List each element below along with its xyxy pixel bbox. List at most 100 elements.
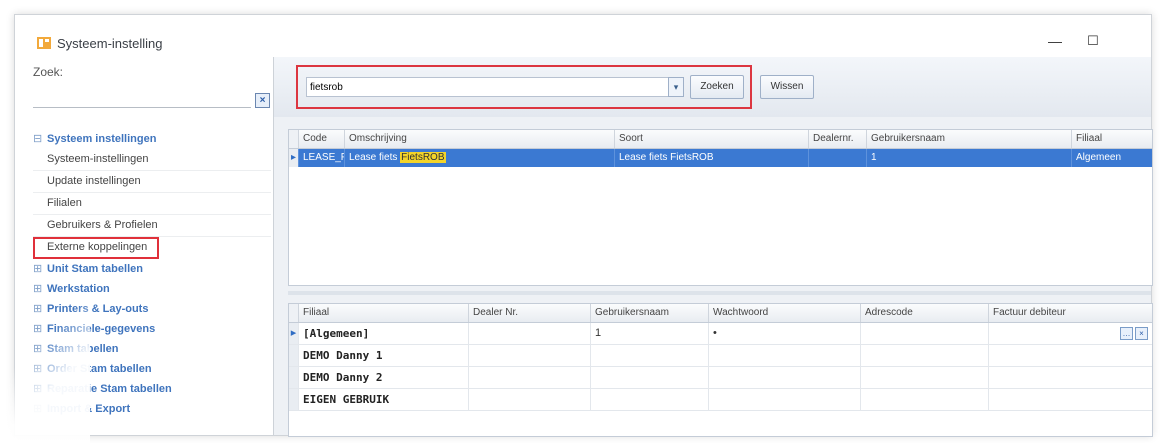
tree-group-financiele-gegevens[interactable]: ⊞ Financiele-gegevens <box>33 319 271 339</box>
row-indicator <box>289 345 299 366</box>
expand-icon[interactable]: ⊞ <box>33 319 43 339</box>
tree-item-update-instellingen[interactable]: Update instellingen <box>33 171 271 193</box>
column-header-wachtwoord[interactable]: Wachtwoord <box>709 304 861 322</box>
clear-button[interactable]: Wissen <box>760 75 814 99</box>
expand-icon[interactable]: ⊞ <box>33 259 43 279</box>
cell-wachtwoord[interactable] <box>709 345 861 366</box>
cell-adrescode[interactable] <box>861 323 989 344</box>
app-icon <box>37 37 51 49</box>
table-row[interactable]: ▸ [Algemeen] 1 • … × <box>289 323 1152 345</box>
table-row[interactable]: EIGEN GEBRUIK <box>289 389 1152 411</box>
expand-icon[interactable]: ⊞ <box>33 299 43 319</box>
branch-credentials-grid: Filiaal Dealer Nr. Gebruikersnaam Wachtw… <box>288 303 1153 437</box>
tree-group-systeem-instellingen[interactable]: ⊟ Systeem instellingen <box>33 129 271 149</box>
column-header-filiaal[interactable]: Filiaal <box>1072 130 1150 148</box>
cell-filiaal[interactable]: EIGEN GEBRUIK <box>299 389 469 410</box>
omschrijving-prefix: Lease fiets <box>349 152 401 163</box>
tree-group-reparatie-stam-tabellen[interactable]: ⊞ Reparatie Stam tabellen <box>33 379 271 399</box>
cell-filiaal[interactable]: DEMO Danny 1 <box>299 345 469 366</box>
search-input[interactable] <box>33 93 251 108</box>
tree-group-printers-layouts[interactable]: ⊞ Printers & Lay-outs <box>33 299 271 319</box>
ellipsis-button[interactable]: … <box>1120 326 1133 340</box>
cell-factuur-debiteur[interactable]: … × <box>989 323 1150 344</box>
tree-group-werkstation[interactable]: ⊞ Werkstation <box>33 279 271 299</box>
expand-icon[interactable]: ⊞ <box>33 279 43 299</box>
cell-dealer-nr[interactable] <box>469 323 591 344</box>
cell-soort[interactable]: Lease fiets FietsROB <box>615 149 809 167</box>
column-header-gebruikersnaam[interactable]: Gebruikersnaam <box>591 304 709 322</box>
cell-gebruikersnaam[interactable]: 1 <box>867 149 1072 167</box>
tree-group-label: Reparatie Stam tabellen <box>47 383 172 395</box>
results-grid-header: Code Omschrijving Soort Dealernr. Gebrui… <box>289 130 1152 149</box>
cell-dealernr[interactable] <box>809 149 867 167</box>
table-row[interactable]: DEMO Danny 1 <box>289 345 1152 367</box>
column-header-soort[interactable]: Soort <box>615 130 809 148</box>
results-grid: Code Omschrijving Soort Dealernr. Gebrui… <box>288 129 1153 286</box>
cell-filiaal[interactable]: Algemeen <box>1072 149 1150 167</box>
column-header-omschrijving[interactable]: Omschrijving <box>345 130 615 148</box>
delete-row-button[interactable]: × <box>1135 326 1148 340</box>
tree-group-order-stam-tabellen[interactable]: ⊞ Order Stam tabellen <box>33 359 271 379</box>
right-panel: ▾ Zoeken Wissen Code Omschrijving Soort … <box>274 57 1153 437</box>
tree-group-label: Systeem instellingen <box>47 133 157 145</box>
collapse-icon[interactable]: ⊟ <box>33 129 43 149</box>
column-header-factuur-debiteur[interactable]: Factuur debiteur <box>989 304 1150 322</box>
cell-adrescode[interactable] <box>861 389 989 410</box>
tree-group-import-export[interactable]: ⊞ Import & Export <box>33 399 271 419</box>
search-match-highlight: FietsROB <box>400 152 446 163</box>
cell-gebruikersnaam[interactable]: 1 <box>591 323 709 344</box>
tree-item-filialen[interactable]: Filialen <box>33 193 271 215</box>
column-header-dealer-nr[interactable]: Dealer Nr. <box>469 304 591 322</box>
search-button[interactable]: Zoeken <box>690 75 744 99</box>
tree-group-stam-tabellen[interactable]: ⊞ Stam tabellen <box>33 339 271 359</box>
cell-dealer-nr[interactable] <box>469 367 591 388</box>
expand-icon[interactable]: ⊞ <box>33 339 43 359</box>
clear-search-button[interactable]: × <box>255 93 270 108</box>
settings-tree: ⊟ Systeem instellingen Systeem-instelling… <box>33 129 271 419</box>
cell-dealer-nr[interactable] <box>469 345 591 366</box>
filter-input[interactable] <box>306 77 676 97</box>
table-row[interactable]: DEMO Danny 2 <box>289 367 1152 389</box>
column-header-gebruikersnaam[interactable]: Gebruikersnaam <box>867 130 1072 148</box>
tree-item-gebruikers-profielen[interactable]: Gebruikers & Profielen <box>33 215 271 237</box>
cell-factuur-debiteur[interactable] <box>989 345 1150 366</box>
row-indicator-header <box>289 304 299 322</box>
cell-filiaal[interactable]: [Algemeen] <box>299 323 469 344</box>
table-row[interactable]: ▸ LEASE_FIE... Lease fiets FietsROB Leas… <box>289 149 1152 167</box>
expand-icon[interactable]: ⊞ <box>33 359 43 379</box>
row-pointer-icon: ▸ <box>289 323 299 344</box>
maximize-button[interactable]: ☐ <box>1081 33 1105 51</box>
cell-gebruikersnaam[interactable] <box>591 389 709 410</box>
column-header-code[interactable]: Code <box>299 130 345 148</box>
cell-dealer-nr[interactable] <box>469 389 591 410</box>
column-header-dealernr[interactable]: Dealernr. <box>809 130 867 148</box>
cell-wachtwoord[interactable] <box>709 389 861 410</box>
cell-factuur-debiteur[interactable] <box>989 367 1150 388</box>
expand-icon[interactable]: ⊞ <box>33 379 43 399</box>
cell-gebruikersnaam[interactable] <box>591 345 709 366</box>
tree-group-unit-stam-tabellen[interactable]: ⊞ Unit Stam tabellen <box>33 259 271 279</box>
cell-wachtwoord[interactable] <box>709 367 861 388</box>
row-pointer-icon: ▸ <box>289 149 299 167</box>
cell-adrescode[interactable] <box>861 345 989 366</box>
filter-callout: ▾ Zoeken <box>296 65 752 109</box>
cell-filiaal[interactable]: DEMO Danny 2 <box>299 367 469 388</box>
cell-gebruikersnaam[interactable] <box>591 367 709 388</box>
tree-item-systeem-instellingen[interactable]: Systeem-instellingen <box>33 149 271 171</box>
left-panel: Zoek: × ⊟ Systeem instellingen Systeem-in… <box>15 57 274 435</box>
minimize-button[interactable]: — <box>1043 33 1067 51</box>
cell-adrescode[interactable] <box>861 367 989 388</box>
tree-item-externe-koppelingen[interactable]: Externe koppelingen <box>33 237 159 259</box>
cell-wachtwoord[interactable]: • <box>709 323 861 344</box>
cell-code[interactable]: LEASE_FIE... <box>299 149 345 167</box>
column-header-filiaal[interactable]: Filiaal <box>299 304 469 322</box>
search-label: Zoek: <box>33 65 64 79</box>
tree-group-label: Financiele-gegevens <box>47 323 156 335</box>
panel-splitter[interactable] <box>288 291 1151 295</box>
branch-grid-header: Filiaal Dealer Nr. Gebruikersnaam Wachtw… <box>289 304 1152 323</box>
dropdown-chevron-icon[interactable]: ▾ <box>668 77 684 97</box>
cell-factuur-debiteur[interactable] <box>989 389 1150 410</box>
column-header-adrescode[interactable]: Adrescode <box>861 304 989 322</box>
cell-omschrijving[interactable]: Lease fiets FietsROB <box>345 149 615 167</box>
expand-icon[interactable]: ⊞ <box>33 399 43 419</box>
